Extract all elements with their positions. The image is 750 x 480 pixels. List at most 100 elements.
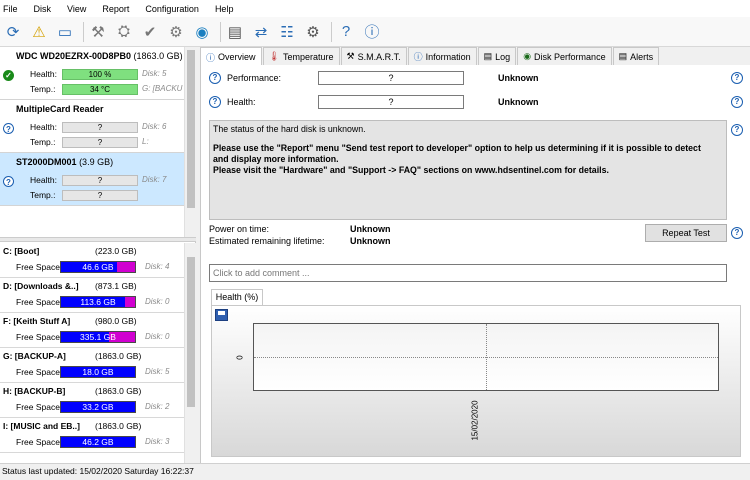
help-icon[interactable]: ? [209, 96, 221, 108]
partition-disk: Disk: 0 [145, 332, 170, 341]
warning-icon[interactable]: ⚠ [28, 21, 50, 43]
health-chart-tab[interactable]: Health (%) [211, 289, 263, 305]
free-space-label: Free Space [16, 262, 60, 272]
temp-label: Temp.: [30, 84, 56, 94]
network-icon[interactable]: ☷ [276, 21, 298, 43]
refresh-icon[interactable]: ⟳ [2, 21, 24, 43]
message-line: The status of the hard disk is unknown. [213, 124, 366, 134]
toolbar-separator [331, 21, 332, 42]
free-space-bar: 46.6 GB [60, 261, 136, 273]
partition-item[interactable]: D: [Downloads &..] (873.1 GB) Free Space… [0, 278, 184, 313]
health-row: Health: ? Disk: 6 [30, 122, 186, 133]
disk-tool-icon[interactable]: ⚒ [87, 21, 109, 43]
health-bar: ? [62, 175, 138, 186]
help-icon[interactable]: ? [731, 227, 743, 239]
temp-bar: ? [62, 190, 138, 201]
sync-icon[interactable]: ⇄ [250, 21, 272, 43]
menu-view[interactable]: View [67, 4, 86, 14]
y-tick-label: 0 [235, 355, 245, 360]
tab-label: Log [495, 51, 511, 62]
performance-label: Performance: [227, 73, 282, 83]
tab-label: Alerts [630, 51, 654, 62]
web-icon[interactable]: ◉ [191, 21, 213, 43]
scrollbar-thumb[interactable] [187, 50, 195, 208]
disk-number: Disk: 6 [142, 122, 167, 131]
disk-list-scrollbar[interactable] [184, 47, 196, 237]
partition-item[interactable]: I: [MUSIC and EB..] (1863.0 GB) Free Spa… [0, 418, 184, 453]
panel-splitter[interactable] [0, 237, 196, 242]
disk-item[interactable]: WDC WD20EZRX-00D8PB0 (1863.0 GB) ✓ Healt… [0, 47, 184, 100]
disk-item-selected[interactable]: ST2000DM001 (3.9 GB) ? Health: ? Disk: 7… [0, 153, 184, 206]
menu-help[interactable]: Help [215, 4, 234, 14]
tab-overview[interactable]: ⓘ Overview [200, 47, 262, 66]
smart-icon: ⚒ [346, 51, 355, 61]
help-icon[interactable]: ? [731, 124, 743, 136]
settings-icon[interactable]: ⚙ [302, 21, 324, 43]
disk-tools-icon[interactable]: ⚙ [165, 21, 187, 43]
remaining-label: Estimated remaining lifetime: [209, 236, 325, 246]
menu-disk[interactable]: Disk [34, 4, 52, 14]
save-icon[interactable] [215, 309, 228, 321]
tab-disk-performance[interactable]: ◉ Disk Performance [517, 47, 612, 65]
disk-item[interactable]: MultipleCard Reader ? Health: ? Disk: 6 … [0, 100, 184, 153]
document-icon[interactable]: ▤ [224, 21, 246, 43]
menu-report[interactable]: Report [102, 4, 129, 14]
disk-check-icon[interactable]: ⛭ [113, 21, 135, 43]
repeat-test-button[interactable]: Repeat Test [645, 224, 727, 242]
disk-ok-icon[interactable]: ✔ [139, 21, 161, 43]
tab-label: Overview [218, 52, 256, 62]
message-spacer [213, 135, 723, 143]
help-icon[interactable]: ? [731, 96, 743, 108]
help-icon[interactable]: ? [731, 72, 743, 84]
tab-log[interactable]: ▤ Log [477, 47, 517, 65]
temp-bar: 34 °C [62, 84, 138, 95]
partition-item[interactable]: G: [BACKUP-A] (1863.0 GB) Free Space 18.… [0, 348, 184, 383]
partition-size: (223.0 GB) [95, 246, 137, 256]
tab-information[interactable]: ⓘ Information [407, 47, 477, 65]
performance-box: ? [318, 71, 464, 85]
report-icon[interactable]: ▭ [54, 21, 76, 43]
partition-list-scrollbar[interactable] [184, 243, 196, 463]
info-icon[interactable]: ⓘ [361, 21, 383, 43]
status-bar: Status last updated: 15/02/2020 Saturday… [0, 463, 750, 480]
partition-item[interactable]: H: [BACKUP-B] (1863.0 GB) Free Space 33.… [0, 383, 184, 418]
disk-size: (1863.0 GB) [133, 51, 183, 61]
tab-temperature[interactable]: 🌡 Temperature [262, 47, 340, 65]
free-space-value: 46.2 GB [82, 437, 114, 447]
status-unknown-icon: ? [3, 123, 14, 134]
health-box: ? [318, 95, 464, 109]
log-icon: ▤ [483, 51, 493, 61]
power-on-label: Power on time: [209, 224, 270, 234]
comment-field[interactable]: Click to add comment ... [209, 264, 727, 282]
tab-smart[interactable]: ⚒ S.M.A.R.T. [340, 47, 407, 65]
disk-list-panel: WDC WD20EZRX-00D8PB0 (1863.0 GB) ✓ Healt… [0, 47, 196, 463]
partition-name: G: [BACKUP-A] [3, 351, 66, 361]
help-icon[interactable]: ? [335, 21, 357, 43]
free-space-value: 335.1 GB [80, 332, 116, 342]
status-ok-icon: ✓ [3, 70, 14, 81]
chart-plot-area [253, 323, 719, 391]
partition-size: (1863.0 GB) [95, 351, 142, 361]
free-space-label: Free Space [16, 402, 60, 412]
menu-configuration[interactable]: Configuration [145, 4, 199, 14]
health-status: Unknown [498, 97, 539, 107]
health-label: Health: [30, 69, 57, 79]
help-icon[interactable]: ? [209, 72, 221, 84]
menu-bar: File Disk View Report Configuration Help [0, 0, 750, 17]
disk-name: WDC WD20EZRX-00D8PB0 [16, 51, 132, 61]
free-space-label: Free Space [16, 437, 60, 447]
partition-item[interactable]: F: [Keith Stuff A] (980.0 GB) Free Space… [0, 313, 184, 348]
message-line: Please use the "Report" menu "Send test … [213, 143, 701, 153]
partition-disk: Disk: 5 [145, 367, 170, 376]
tab-alerts[interactable]: ▤ Alerts [612, 47, 660, 65]
disk-name: MultipleCard Reader [16, 104, 104, 114]
menu-file[interactable]: File [3, 4, 18, 14]
partition-item[interactable]: C: [Boot] (223.0 GB) Free Space 46.6 GB … [0, 243, 184, 278]
partition-size: (980.0 GB) [95, 316, 137, 326]
health-row: Health: ? Disk: 7 [30, 175, 186, 186]
disk-name: ST2000DM001 [16, 157, 77, 167]
performance-status: Unknown [498, 73, 539, 83]
remaining-value: Unknown [350, 236, 391, 246]
partition-name: C: [Boot] [3, 246, 40, 256]
scrollbar-thumb[interactable] [187, 257, 195, 407]
